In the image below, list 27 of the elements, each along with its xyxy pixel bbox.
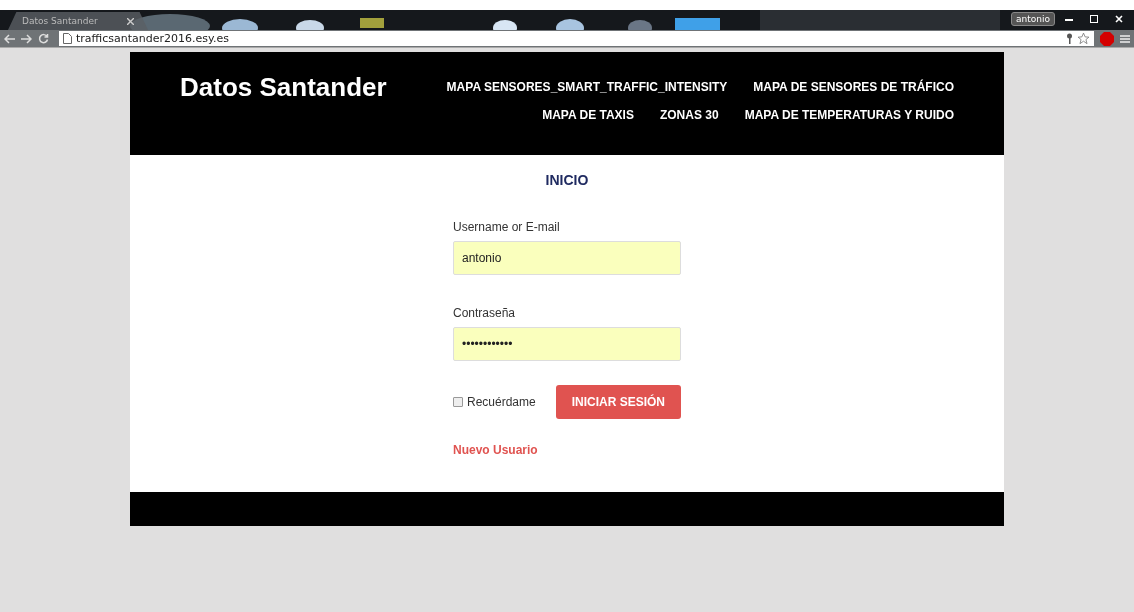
back-icon[interactable] (4, 33, 15, 44)
nav-link[interactable]: ZONAS 30 (659, 108, 719, 122)
register-link[interactable]: Nuevo Usuario (453, 443, 681, 457)
input-field[interactable]: antonio (453, 241, 681, 275)
nav-link[interactable]: MAPA SENSORES_SMART_TRAFFIC_INTENSITY (446, 80, 728, 94)
input-field[interactable]: •••••••••••• (453, 327, 681, 361)
browser-tab[interactable]: Datos Santander (8, 12, 148, 30)
url-text: trafficsantander2016.esy.es (76, 32, 229, 45)
nav-link[interactable]: MAPA DE SENSORES DE TRÁFICO (753, 80, 954, 94)
page-icon (63, 33, 72, 44)
checkbox[interactable] (453, 397, 463, 407)
nav-link[interactable]: MAPA DE TEMPERATURAS Y RUIDO (744, 108, 954, 122)
star-icon[interactable] (1077, 32, 1090, 45)
field-label: Contraseña (453, 306, 517, 320)
profile-button[interactable]: antonio (1011, 12, 1055, 26)
site-title: Datos Santander (180, 72, 387, 104)
forward-icon[interactable] (21, 33, 32, 44)
tab-title: Datos Santander (22, 16, 99, 26)
menu-icon[interactable] (1120, 33, 1130, 44)
field-label: Username or E-mail (453, 220, 561, 234)
key-icon[interactable] (1066, 33, 1073, 44)
login-button[interactable]: INICIAR SESIÓN (555, 385, 681, 419)
nav-link[interactable]: MAPA DE TAXIS (542, 108, 634, 122)
address-bar[interactable]: trafficsantander2016.esy.es (59, 31, 1094, 46)
form-heading: INICIO (545, 172, 589, 188)
reload-icon[interactable] (38, 33, 49, 44)
checkbox-label: Recuérdame (467, 395, 536, 409)
